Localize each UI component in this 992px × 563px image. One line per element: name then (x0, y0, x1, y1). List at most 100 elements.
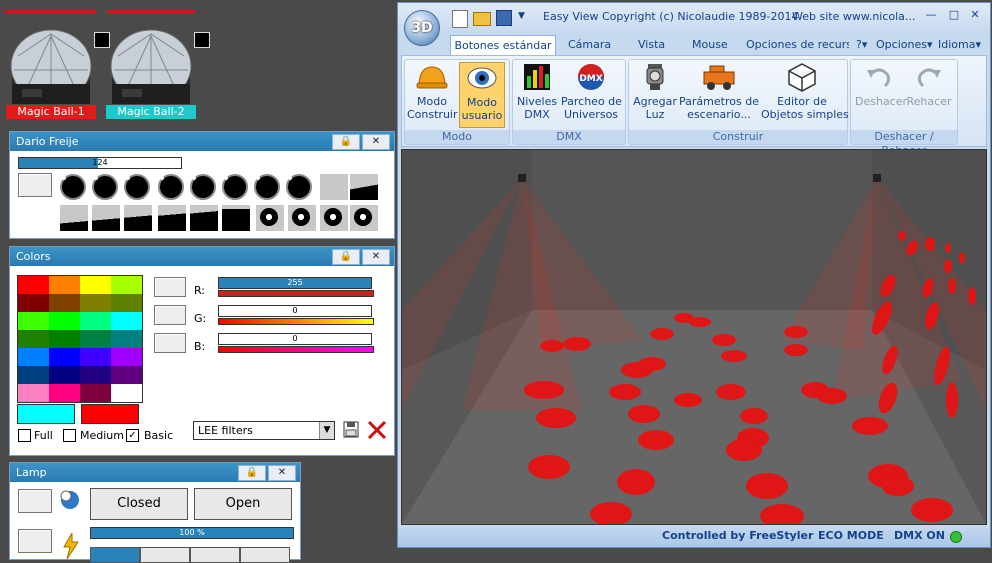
help-menu[interactable]: ?▾ (856, 35, 867, 55)
fixture-magic-ball-1[interactable]: Magic Ball-1 (6, 8, 110, 120)
palette-color-cell[interactable] (111, 366, 142, 384)
parcheo-de-universos-button[interactable]: DMX Parcheo de Universos (561, 62, 622, 126)
palette-color-cell[interactable] (111, 276, 142, 294)
closed-button[interactable]: Closed (90, 488, 188, 520)
palette-color-cell[interactable] (111, 330, 142, 348)
idioma-menu[interactable]: Idioma▾ (938, 35, 981, 55)
3d-viewport[interactable] (401, 149, 987, 525)
gobo-knob-5[interactable] (190, 174, 216, 200)
modo-usuario-button[interactable]: Modo usuario (459, 62, 505, 128)
gobo-knob-2[interactable] (92, 174, 118, 200)
fixture-magic-ball-2[interactable]: Magic Ball-2 (106, 8, 210, 120)
deshacer-button[interactable]: Deshacer (855, 62, 907, 126)
fixture-select-box[interactable] (194, 32, 210, 48)
ramp-button-8[interactable] (222, 205, 250, 231)
editor-de-objetos-button[interactable]: Editor de Objetos simples (761, 62, 849, 126)
palette-color-cell[interactable] (111, 384, 142, 402)
lamp-swatch-button[interactable] (18, 489, 52, 513)
close-icon[interactable]: ✕ (362, 134, 390, 150)
gobo-knob-4[interactable] (158, 174, 184, 200)
tab-opciones-de-recursos[interactable]: Opciones de recursc (746, 35, 849, 55)
ramp-button-7[interactable] (190, 205, 218, 231)
app-logo[interactable]: 3D (404, 10, 440, 46)
rotate-icon[interactable] (350, 205, 378, 231)
tab-botones-estandar[interactable]: Botones estándar (450, 35, 556, 56)
dario-value-bar[interactable]: 124 (18, 157, 182, 169)
modo-construir-button[interactable]: Modo Construir (407, 62, 458, 126)
ramp-button-5[interactable] (124, 205, 152, 231)
delete-icon[interactable] (366, 419, 388, 441)
medium-checkbox[interactable] (63, 429, 76, 442)
palette-color-cell[interactable] (49, 330, 80, 348)
close-icon[interactable]: ✕ (268, 465, 296, 481)
rotate-icon[interactable] (288, 205, 316, 231)
close-window-button[interactable]: ✕ (967, 8, 983, 24)
palette-color-cell[interactable] (80, 294, 111, 312)
palette-color-cell[interactable] (18, 276, 49, 294)
red-swatch-button[interactable] (154, 277, 186, 297)
lamp-preset-button-4[interactable] (240, 547, 290, 563)
basic-checkbox[interactable]: ✓ (126, 429, 139, 442)
palette-color-cell[interactable] (80, 384, 111, 402)
palette-color-cell[interactable] (80, 348, 111, 366)
gobo-knob-3[interactable] (124, 174, 150, 200)
quick-access-dropdown-icon[interactable]: ▼ (518, 11, 525, 21)
gobo-knob-1[interactable] (60, 174, 86, 200)
palette-color-cell[interactable] (18, 366, 49, 384)
lock-icon[interactable]: 🔒 (332, 134, 360, 150)
gobo-knob-7[interactable] (254, 174, 280, 200)
maximize-button[interactable]: □ (946, 8, 962, 24)
tab-vista[interactable]: Vista (638, 35, 665, 55)
palette-color-cell[interactable] (49, 294, 80, 312)
gobo-knob-6[interactable] (222, 174, 248, 200)
palette-color-cell[interactable] (49, 366, 80, 384)
palette-color-cell[interactable] (80, 276, 111, 294)
rotate-icon[interactable] (320, 205, 348, 231)
tab-camara[interactable]: Cámara (568, 35, 611, 55)
palette-color-cell[interactable] (80, 330, 111, 348)
previous-color-swatch[interactable] (81, 404, 139, 424)
palette-color-cell[interactable] (80, 366, 111, 384)
palette-color-cell[interactable] (80, 312, 111, 330)
rehacer-button[interactable]: Rehacer (905, 62, 953, 126)
palette-color-cell[interactable] (18, 384, 49, 402)
ramp-button-3[interactable] (60, 205, 88, 231)
ramp-button-4[interactable] (92, 205, 120, 231)
palette-color-cell[interactable] (111, 348, 142, 366)
palette-color-cell[interactable] (18, 348, 49, 366)
b-value-bar[interactable]: 0 (218, 333, 372, 345)
minimize-button[interactable]: — (922, 8, 940, 24)
lamp-level-bar[interactable]: 100 % (90, 527, 294, 539)
rotate-icon[interactable] (256, 205, 284, 231)
close-icon[interactable]: ✕ (362, 249, 390, 265)
palette-color-cell[interactable] (18, 294, 49, 312)
open-folder-icon[interactable] (473, 12, 491, 26)
r-value-bar[interactable]: 255 (218, 277, 372, 289)
chevron-down-icon[interactable]: ▼ (319, 422, 334, 439)
opciones-menu[interactable]: Opciones▾ (876, 35, 932, 55)
parametros-de-escenario-button[interactable]: Parámetros de escenario... (679, 62, 759, 126)
palette-color-cell[interactable] (18, 312, 49, 330)
palette-color-cell[interactable] (18, 330, 49, 348)
ramp-button-2[interactable] (350, 174, 378, 200)
gobo-knob-8[interactable] (286, 174, 312, 200)
lamp-level-swatch-button[interactable] (18, 529, 52, 553)
lamp-preset-button-1[interactable] (90, 547, 140, 563)
save-icon[interactable] (343, 421, 359, 438)
ramp-button-6[interactable] (158, 205, 186, 231)
agregar-luz-button[interactable]: Agregar Luz (633, 62, 677, 126)
tab-mouse[interactable]: Mouse (692, 35, 728, 55)
palette-color-cell[interactable] (49, 348, 80, 366)
open-button[interactable]: Open (194, 488, 292, 520)
palette-color-cell[interactable] (49, 276, 80, 294)
niveles-dmx-button[interactable]: Niveles DMX (517, 62, 557, 126)
new-file-icon[interactable] (452, 10, 468, 28)
blue-swatch-button[interactable] (154, 333, 186, 353)
palette-color-cell[interactable] (49, 384, 80, 402)
palette-color-cell[interactable] (49, 312, 80, 330)
lock-icon[interactable]: 🔒 (238, 465, 266, 481)
g-value-bar[interactable]: 0 (218, 305, 372, 317)
palette-color-cell[interactable] (111, 294, 142, 312)
full-checkbox[interactable] (18, 429, 31, 442)
lamp-preset-button-2[interactable] (140, 547, 190, 563)
